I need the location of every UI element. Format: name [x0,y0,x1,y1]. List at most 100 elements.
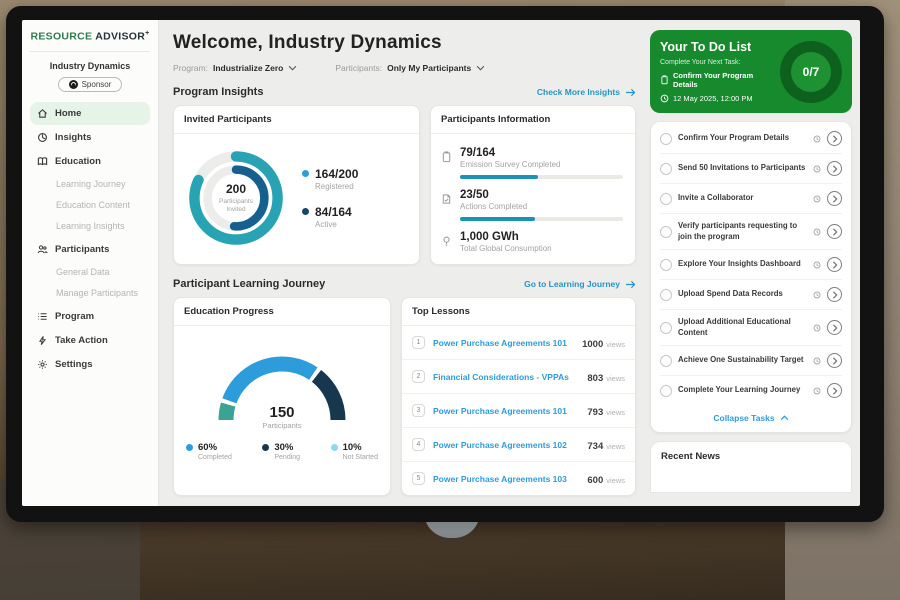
sidebar-item-program[interactable]: Program [30,305,150,328]
views-word: views [606,476,625,485]
logo-text-resource: RESOURCE [30,31,92,43]
task-go-button[interactable] [827,287,842,302]
todo-datetime: 12 May 2025, 12:00 PM [673,94,753,103]
check-more-insights-link[interactable]: Check More Insights [537,87,636,97]
lesson-views: 803 [587,373,603,384]
stat-label: Actions Completed [460,202,623,211]
lesson-link[interactable]: Financial Considerations - VPPAs [433,372,579,382]
sidebar-item-settings[interactable]: Settings [30,353,150,376]
legend-label: Not Started [343,454,378,461]
legend-label: Completed [198,454,232,461]
page-title: Welcome, Industry Dynamics [173,32,636,54]
chevron-up-icon [780,415,789,421]
lesson-rank: 1 [412,336,425,349]
task-checkbox[interactable] [660,163,672,175]
views-word: views [606,374,625,383]
monitor-bezel: RESOURCE ADVISOR+ Industry Dynamics Spon… [6,6,884,522]
legend-label: Registered [315,182,358,191]
task-row-send-invitations[interactable]: Send 50 Invitations to Participants [660,154,842,184]
lesson-link[interactable]: Power Purchase Agreements 101 [433,338,574,348]
program-filter-value: Industrialize Zero [213,63,283,73]
todo-next-task: Confirm Your Program Details [673,71,774,89]
collapse-tasks-link[interactable]: Collapse Tasks [660,405,842,430]
sidebar-item-insights[interactable]: Insights [30,126,150,149]
task-row-invite-collaborator[interactable]: Invite a Collaborator [660,184,842,214]
task-go-button[interactable] [827,131,842,146]
lesson-link[interactable]: Power Purchase Agreements 103 [433,474,579,484]
sidebar-item-education-content[interactable]: Education Content [30,195,150,216]
task-checkbox[interactable] [660,385,672,397]
card-title: Top Lessons [402,298,635,326]
task-checkbox[interactable] [660,193,672,205]
task-checkbox[interactable] [660,322,672,334]
sidebar-item-label: Program [55,311,94,322]
task-checkbox[interactable] [660,259,672,271]
sidebar-item-general-data[interactable]: General Data [30,262,150,283]
task-checkbox[interactable] [660,355,672,367]
task-go-button[interactable] [827,161,842,176]
lesson-link[interactable]: Power Purchase Agreements 102 [433,440,579,450]
legend-registered: 164/200 Registered [302,167,358,191]
task-row-confirm-program[interactable]: Confirm Your Program Details [660,124,842,154]
chevron-right-icon [832,195,838,203]
task-label: Verify participants requesting to join t… [678,221,807,242]
task-go-button[interactable] [827,224,842,239]
task-go-button[interactable] [827,383,842,398]
task-label: Achieve One Sustainability Target [678,355,807,366]
go-to-learning-journey-link[interactable]: Go to Learning Journey [524,279,636,289]
task-row-explore-insights[interactable]: Explore Your Insights Dashboard [660,250,842,280]
education-gauge-chart: 150 Participants [202,340,362,432]
legend-dot [186,444,193,451]
chevron-right-icon [832,387,838,395]
sidebar-item-label: Education [55,156,101,167]
education-progress-card: Education Progress 150 Participants [173,297,391,496]
lesson-row: 2 Financial Considerations - VPPAs 803vi… [402,360,635,394]
document-check-icon [441,193,452,205]
lesson-rank: 2 [412,370,425,383]
chevron-right-icon [832,135,838,143]
legend-value: 30% [274,442,300,453]
task-checkbox[interactable] [660,133,672,145]
task-go-button[interactable] [827,257,842,272]
sidebar-item-take-action[interactable]: Take Action [30,329,150,352]
task-label: Explore Your Insights Dashboard [678,259,807,270]
task-label: Upload Additional Educational Content [678,317,807,338]
legend-label: Active [315,220,352,229]
lesson-link[interactable]: Power Purchase Agreements 101 [433,406,579,416]
sidebar-item-manage-participants[interactable]: Manage Participants [30,283,150,304]
task-go-button[interactable] [827,320,842,335]
task-row-upload-spend-data[interactable]: Upload Spend Data Records [660,280,842,310]
todo-panel: Your To Do List Complete Your Next Task:… [648,20,860,506]
lesson-views: 734 [587,441,603,452]
card-title: Invited Participants [174,106,419,134]
sidebar-item-learning-insights[interactable]: Learning Insights [30,216,150,237]
task-row-achieve-target[interactable]: Achieve One Sustainability Target [660,346,842,376]
task-go-button[interactable] [827,191,842,206]
main-content: Welcome, Industry Dynamics Program: Indu… [159,20,648,506]
task-row-complete-learning-journey[interactable]: Complete Your Learning Journey [660,376,842,405]
sidebar-item-education[interactable]: Education [30,150,150,173]
legend-value: 60% [198,442,232,453]
task-label: Invite a Collaborator [678,193,807,204]
insights-icon [37,132,48,143]
participants-filter-dropdown[interactable]: Participants: Only My Participants [335,63,485,73]
sidebar-item-learning-journey[interactable]: Learning Journey [30,174,150,195]
sidebar-item-participants[interactable]: Participants [30,238,150,261]
stat-actions-completed: 23/50 Actions Completed [441,184,623,226]
dashboard-screen: RESOURCE ADVISOR+ Industry Dynamics Spon… [22,20,860,506]
task-go-button[interactable] [827,353,842,368]
collapse-label: Collapse Tasks [713,413,774,423]
sidebar-item-label: Insights [55,132,91,143]
program-insights-heading: Program Insights [173,86,263,98]
sidebar-item-label: Take Action [55,335,108,346]
lesson-row: 3 Power Purchase Agreements 101 793views [402,394,635,428]
task-checkbox[interactable] [660,226,672,238]
sidebar-item-home[interactable]: Home [30,102,150,125]
program-filter-dropdown[interactable]: Program: Industrialize Zero [173,63,297,73]
task-row-upload-educational-content[interactable]: Upload Additional Educational Content [660,310,842,346]
task-checkbox[interactable] [660,289,672,301]
gauge-center-label: Participants [202,421,362,430]
task-row-verify-participants[interactable]: Verify participants requesting to join t… [660,214,842,250]
legend-dot [331,444,338,451]
participants-information-card: Participants Information 79/164 Emission… [430,105,636,265]
